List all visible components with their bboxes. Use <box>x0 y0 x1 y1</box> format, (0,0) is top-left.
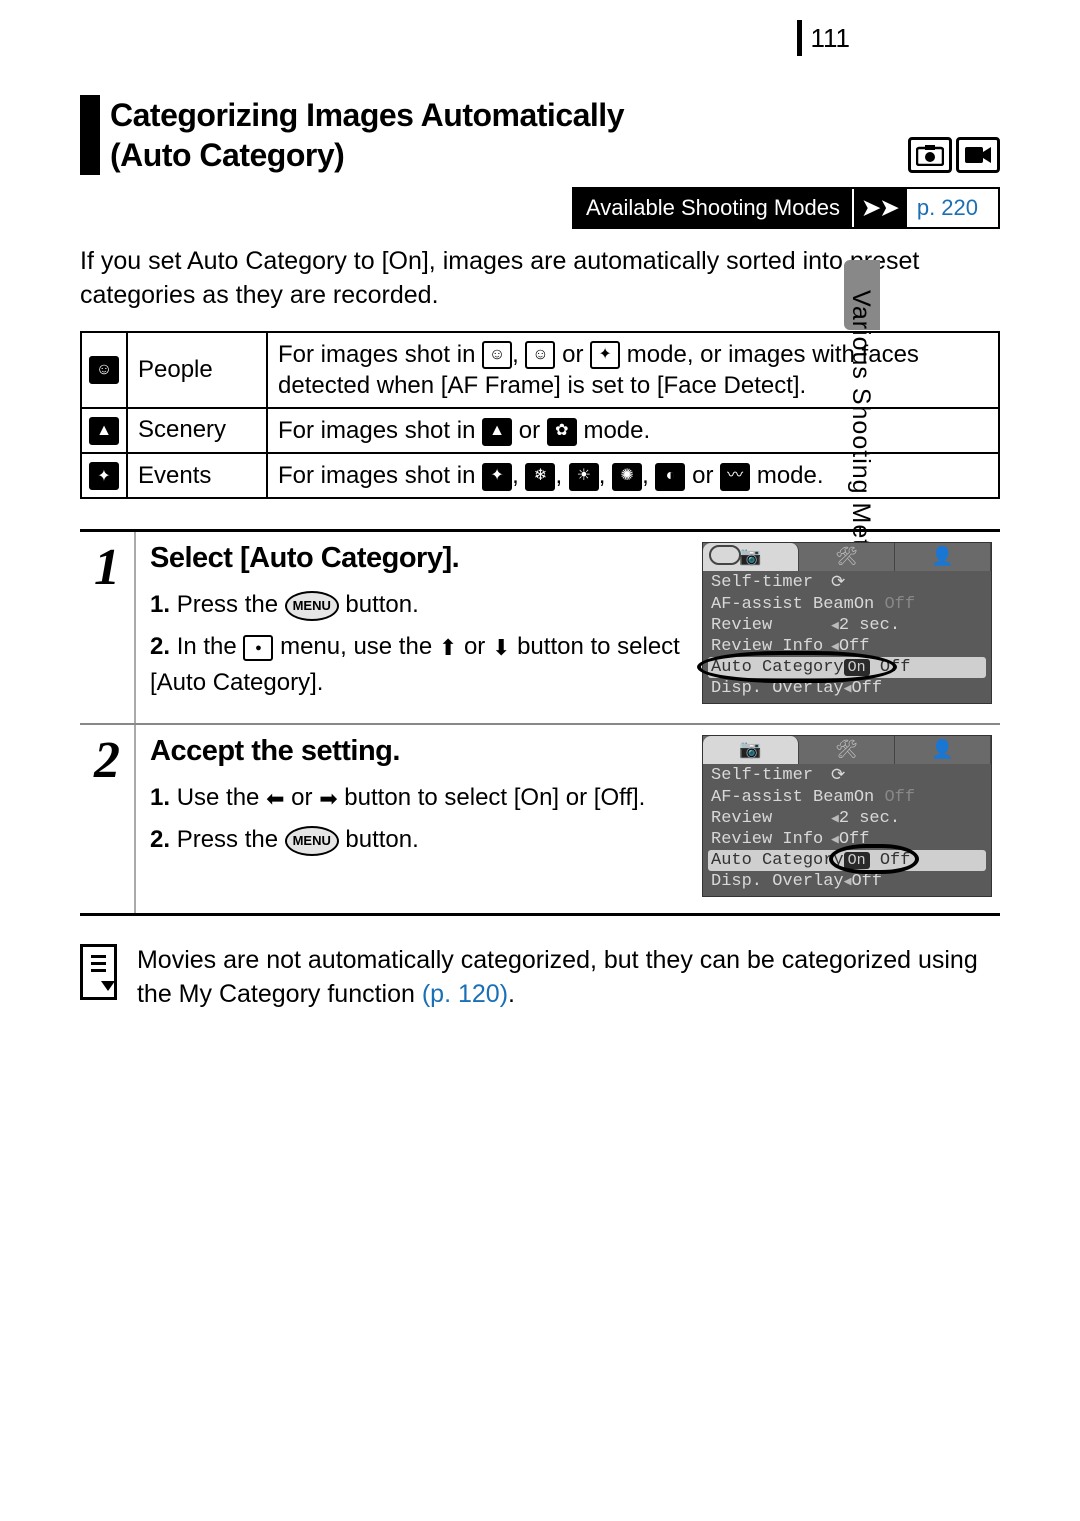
asm-arrow-icon: ➤➤ <box>852 189 907 227</box>
asm-page-ref[interactable]: p. 220 <box>907 189 998 227</box>
rec-menu-icon <box>243 635 273 661</box>
step-2: 2 Accept the setting. 1. Use the ⬅ or ➡ … <box>80 725 1000 913</box>
left-arrow-icon: ⬅ <box>266 786 284 811</box>
step-title: Accept the setting. <box>150 735 686 768</box>
lcd-tab-person-icon: 👤 <box>895 736 991 764</box>
portrait-mode-icon: ☺ <box>482 341 512 369</box>
menu-button-icon: MENU <box>285 826 339 856</box>
lcd-tab-person-icon: 👤 <box>895 543 991 571</box>
lcd-tab-camera-icon: 📷 <box>703 736 799 764</box>
right-arrow-icon: ➡ <box>319 786 337 811</box>
indoor-mode-icon: ✦ <box>482 463 512 491</box>
lcd-tab-camera-icon: 📷 <box>703 543 799 571</box>
note-icon <box>80 944 117 1000</box>
events-category-icon: ✦ <box>89 462 119 490</box>
category-desc: For images shot in ▲ or ✿ mode. <box>267 408 999 453</box>
snow-mode-icon: ❄ <box>525 463 555 491</box>
beach-mode-icon: ☀ <box>569 463 599 491</box>
category-name: Events <box>127 453 267 498</box>
note-box: Movies are not automatically categorized… <box>80 944 1000 1012</box>
category-name: People <box>127 332 267 408</box>
category-desc: For images shot in ✦, ❄, ☀, ✺, ◐ or 〰 mo… <box>267 453 999 498</box>
available-shooting-modes-box: Available Shooting Modes ➤➤ p. 220 <box>572 187 1000 229</box>
substep: 1. Use the ⬅ or ➡ button to select [On] … <box>150 780 686 816</box>
people-category-icon: ☺ <box>89 356 119 384</box>
step-number: 1 <box>80 532 136 723</box>
up-arrow-icon: ⬆ <box>439 635 457 660</box>
step-number: 2 <box>80 725 136 913</box>
substep: 2. Press the MENU button. <box>150 822 686 858</box>
category-desc: For images shot in ☺, ☺ or ✦ mode, or im… <box>267 332 999 408</box>
kids-pets-mode-icon: ✦ <box>590 341 620 369</box>
movie-mode-icon <box>956 137 1000 173</box>
aquarium-mode-icon: ◐ <box>655 463 685 491</box>
heading-row: Categorizing Images Automatically (Auto … <box>80 95 1000 175</box>
substep: 1. Press the MENU button. <box>150 587 686 623</box>
step-1: 1 Select [Auto Category]. 1. Press the M… <box>80 532 1000 725</box>
night-snapshot-mode-icon: ☺ <box>525 341 555 369</box>
note-page-ref[interactable]: (p. 120) <box>422 980 508 1008</box>
down-arrow-icon: ⬇ <box>492 635 510 660</box>
note-text: Movies are not automatically categorized… <box>137 946 978 1008</box>
asm-label: Available Shooting Modes <box>574 189 852 227</box>
camera-mode-icon <box>908 137 952 173</box>
substep: 2. In the menu, use the ⬆ or ⬇ button to… <box>150 629 686 701</box>
underwater-mode-icon: 〰 <box>720 463 750 491</box>
camera-lcd-screenshot-2: 📷 🛠 👤 Self-timer⟳ AF-assist BeamOn Off R… <box>702 735 992 897</box>
mode-icons <box>908 137 1000 173</box>
menu-button-icon: MENU <box>285 591 339 621</box>
fireworks-mode-icon: ✺ <box>612 463 642 491</box>
landscape-mode-icon: ▲ <box>482 418 512 446</box>
foliage-mode-icon: ✿ <box>547 418 577 446</box>
category-name: Scenery <box>127 408 267 453</box>
step-title: Select [Auto Category]. <box>150 542 686 575</box>
scenery-category-icon: ▲ <box>89 417 119 445</box>
lcd-tab-tools-icon: 🛠 <box>799 736 895 764</box>
camera-lcd-screenshot-1: 📷 🛠 👤 Self-timer⟳ AF-assist BeamOn Off R… <box>702 542 992 704</box>
lcd-tab-tools-icon: 🛠 <box>799 543 895 571</box>
heading: Categorizing Images Automatically (Auto … <box>110 95 1000 175</box>
page-number: 111 <box>797 20 850 56</box>
